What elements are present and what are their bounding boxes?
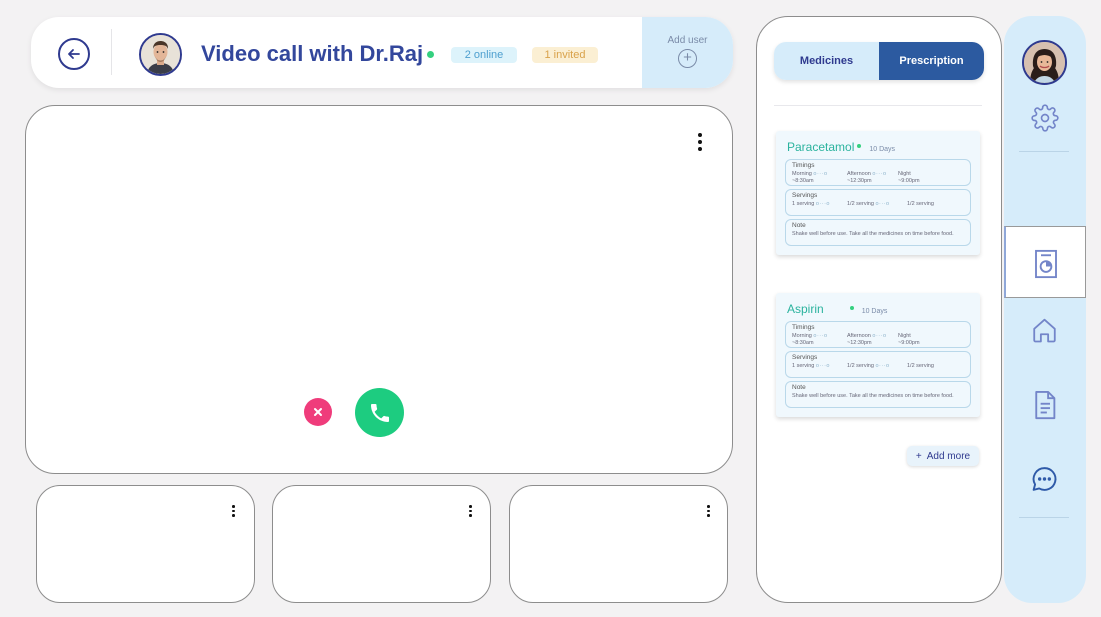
note-text: Shake well before use. Take all the medi… [792,231,954,237]
home-icon [1033,318,1056,342]
plus-icon: + [915,450,922,462]
add-user-label: Add user [667,35,708,46]
medicine-duration: 10 Days [869,146,896,153]
note-text: Shake well before use. Take all the medi… [792,393,954,399]
participant-tile[interactable] [509,485,728,603]
servings-box: Servings 1 serving o···o 1/2 serving o··… [785,351,971,378]
medicine-name: Paracetamol [787,140,855,154]
more-options-icon[interactable] [698,133,702,151]
document-icon [1034,390,1055,419]
timing-label: Afternoon [847,333,871,339]
add-more-label: Add more [926,450,971,462]
timing-label: Morning [792,171,812,177]
main-video-tile[interactable] [25,105,733,474]
nav-divider [1019,517,1069,518]
timing-time: ~12:30pm [847,340,872,346]
more-options-icon[interactable] [469,505,472,517]
nav-settings[interactable] [1030,103,1059,132]
plus-circle-icon: + [678,49,697,68]
user-avatar[interactable] [1022,40,1067,85]
panel-divider [774,105,982,106]
serving-value: 1/2 serving [847,201,874,207]
serving-value: 1/2 serving [907,201,934,207]
end-call-button[interactable] [304,398,332,426]
report-icon [1035,249,1057,279]
serving-value: 1 serving [792,201,815,207]
serving-value: 1/2 serving [847,363,874,369]
more-options-icon[interactable] [232,505,235,517]
participant-tile[interactable] [272,485,491,603]
nav-chat[interactable] [1030,464,1059,493]
note-title: Note [792,384,806,391]
accept-call-button[interactable] [355,388,404,437]
prescription-panel: Medicines Prescription Paracetamol 10 Day… [756,16,1002,603]
servings-title: Servings [792,354,818,361]
header-divider [111,29,112,75]
invited-count-badge: 1 invited [532,47,598,63]
serving-value: 1 serving [792,363,815,369]
timing-label: Morning [792,333,812,339]
timings-title: Timings [792,324,815,331]
timing-label: Night [898,171,911,177]
doctor-avatar[interactable] [139,33,182,76]
tab-medicines[interactable]: Medicines [774,42,879,80]
medicine-card[interactable]: Aspirin 10 Days Timings Morning o···o Aft… [776,293,980,417]
status-dot [857,143,862,148]
status-dot [849,305,854,310]
nav-prescription[interactable] [1004,226,1086,298]
panel-tabs: Medicines Prescription [774,42,984,80]
timings-title: Timings [792,162,815,169]
timings-box: Timings Morning o···o Afternoon o···o Ni… [785,321,971,348]
add-user-button[interactable]: Add user + [642,17,733,88]
timing-time: ~8:30am [792,340,814,346]
servings-box: Servings 1 serving o···o 1/2 serving o··… [785,189,971,216]
online-status-dot [427,51,434,58]
nav-divider [1019,151,1069,152]
call-title: Video call with Dr.Raj [201,41,424,66]
medicine-card[interactable]: Paracetamol 10 Days Timings Morning o···o… [776,131,980,255]
more-options-icon[interactable] [707,505,710,517]
serving-value: 1/2 serving [907,363,934,369]
nav-rail [1004,16,1086,603]
servings-title: Servings [792,192,818,199]
medicine-name: Aspirin [787,302,824,316]
tab-prescription[interactable]: Prescription [879,42,984,80]
arrow-left-icon [68,49,80,59]
note-box: Note Shake well before use. Take all the… [785,219,971,246]
add-more-button[interactable]: + Add more [907,446,979,466]
timing-label: Night [898,333,911,339]
participant-tile[interactable] [36,485,255,603]
gear-icon [1030,103,1059,132]
nav-documents[interactable] [1030,390,1059,419]
online-count-badge: 2 online [451,47,517,63]
call-header: Video call with Dr.Raj 2 online 1 invite… [31,17,733,88]
medicine-duration: 10 Days [861,308,888,315]
timings-box: Timings Morning o···o Afternoon o···o Ni… [785,159,971,186]
timing-time: ~12:30pm [847,178,872,184]
timing-time: ~9:00pm [898,178,920,184]
phone-icon [370,403,389,422]
close-icon [314,408,322,416]
note-title: Note [792,222,806,229]
timing-time: ~8:30am [792,178,814,184]
chat-icon [1032,466,1057,491]
note-box: Note Shake well before use. Take all the… [785,381,971,408]
timing-label: Afternoon [847,171,871,177]
nav-home[interactable] [1030,315,1059,344]
back-button[interactable] [58,38,90,70]
timing-time: ~9:00pm [898,340,920,346]
